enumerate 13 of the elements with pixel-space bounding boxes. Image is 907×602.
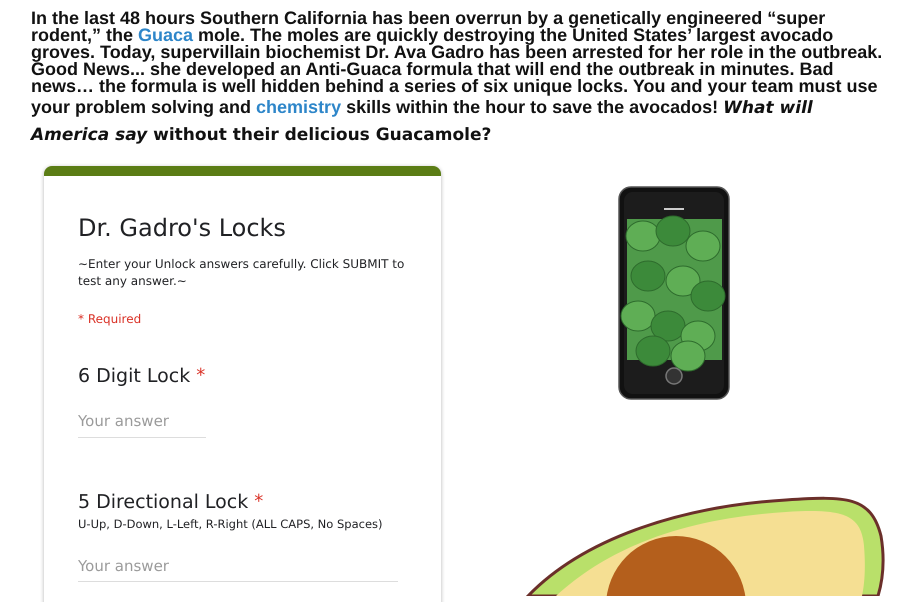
required-note: * Required — [78, 311, 142, 328]
answer-field[interactable]: Your answer — [78, 554, 398, 582]
question-help: U-Up, D-Down, L-Left, R-Right (ALL CAPS, No Spaces) — [78, 516, 384, 532]
required-asterisk: * — [254, 490, 264, 514]
text-link[interactable]: Guaca — [138, 25, 194, 45]
form-description: ~Enter your Unlock answers carefully. Click SUBMIT to test any answer.~ — [78, 256, 406, 290]
question-label: 6 Digit Lock — [78, 364, 190, 388]
intro-paragraph: In the last 48 hours Southern California has been overrun by a genetically engineered “super rodent,” the Guaca mole. The moles are quickly destroying the United States’ largest avocado groves. Today, supervillain biochemist Dr. Ava Gadro has been arrested for her role in the outbreak. Good News... she developed an Anti-Guaca formula that will end the outbreak in minutes. Bad news… the formula is well hidden behind a series of six unique locks. You and your team must use your problem solving and chemistry skills within the hour to save the avocados! What will America say without their delicious Guacamole? — [31, 10, 883, 147]
form-title: Dr. Gadro's Locks — [78, 213, 287, 244]
question-label: 5 Directional Lock — [78, 490, 248, 514]
text-link[interactable]: chemistry — [256, 97, 342, 117]
answer-field[interactable]: Your answer — [78, 410, 206, 438]
required-asterisk: * — [196, 364, 206, 388]
